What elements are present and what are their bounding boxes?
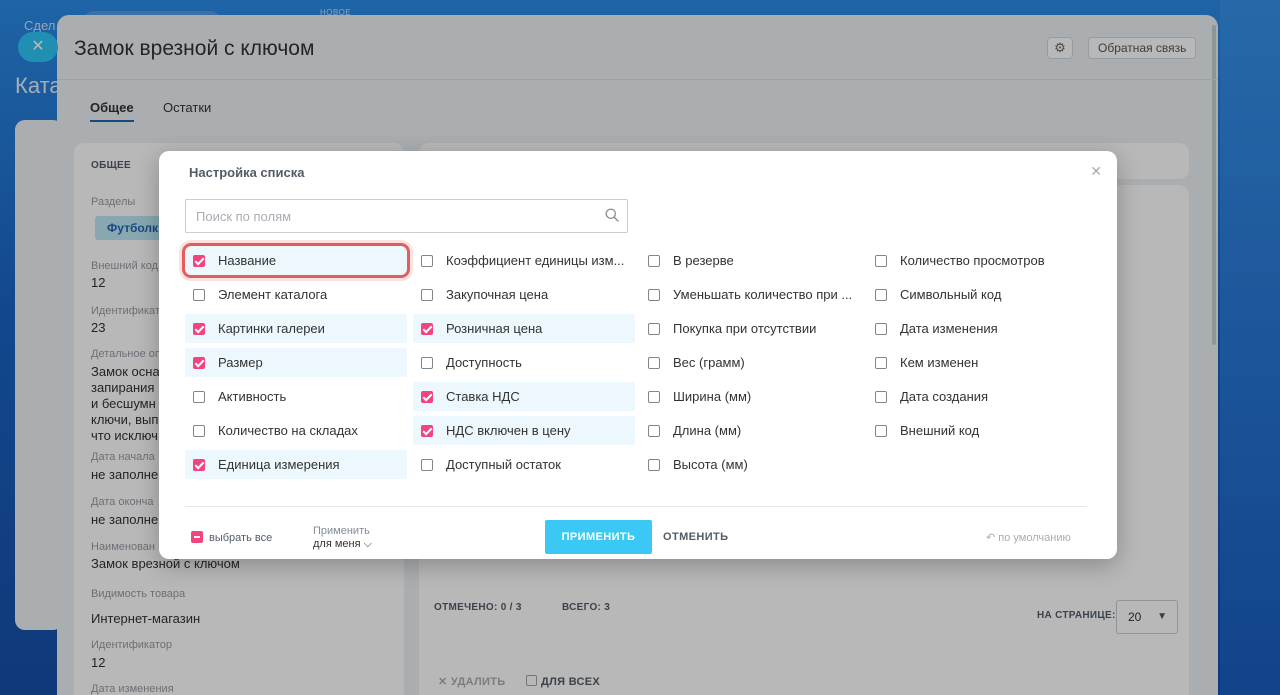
field-option-label: Размер: [218, 355, 263, 370]
field-option[interactable]: Вес (грамм): [640, 348, 862, 377]
field-option-label: Розничная цена: [446, 321, 543, 336]
field-option-label: Покупка при отсутствии: [673, 321, 817, 336]
field-option[interactable]: Доступность: [413, 348, 635, 377]
field-option-label: Высота (мм): [673, 457, 748, 472]
checkbox-icon: [193, 391, 205, 403]
field-option[interactable]: НДС включен в цену: [413, 416, 635, 445]
checkbox-icon: [875, 357, 887, 369]
field-option-label: Количество на складах: [218, 423, 358, 438]
field-option[interactable]: Название: [182, 243, 410, 278]
checkbox-icon: [648, 255, 660, 267]
chevron-down-icon: ⌵: [363, 538, 372, 550]
field-option[interactable]: Ставка НДС: [413, 382, 635, 411]
field-option-label: Дата изменения: [900, 321, 998, 336]
reset-default-button[interactable]: ↶ по умолчанию: [986, 531, 1071, 544]
search-icon: [605, 208, 619, 222]
apply-button[interactable]: ПРИМЕНИТЬ: [545, 520, 652, 554]
field-option-label: В резерве: [673, 253, 734, 268]
field-option-label: Символьный код: [900, 287, 1002, 302]
checkbox-checked-icon: [193, 323, 205, 335]
apply-for-selector[interactable]: Применить для меня ⌵: [313, 525, 372, 551]
checkbox-icon: [875, 323, 887, 335]
close-icon[interactable]: ✕: [1090, 163, 1102, 180]
checkbox-icon: [648, 459, 660, 471]
checkbox-icon: [421, 255, 433, 267]
checkbox-checked-icon: [421, 391, 433, 403]
field-option-label: Ставка НДС: [446, 389, 520, 404]
select-all-toggle[interactable]: выбрать все: [191, 531, 272, 544]
field-option[interactable]: Картинки галереи: [185, 314, 407, 343]
field-option[interactable]: Длина (мм): [640, 416, 862, 445]
list-settings-dialog: Настройка списка ✕ Название Элемент катал…: [159, 151, 1117, 559]
checkbox-icon: [648, 323, 660, 335]
checkbox-checked-icon: [421, 323, 433, 335]
field-option-label: Картинки галереи: [218, 321, 325, 336]
checkbox-icon: [421, 459, 433, 471]
apply-for-who: для меня: [313, 538, 361, 550]
field-option-label: Дата создания: [900, 389, 989, 404]
checkbox-checked-icon: [421, 425, 433, 437]
field-option[interactable]: Доступный остаток: [413, 450, 635, 479]
checkbox-icon: [875, 255, 887, 267]
field-option-label: Элемент каталога: [218, 287, 328, 302]
field-option-label: Единица измерения: [218, 457, 340, 472]
undo-icon: ↶: [986, 532, 996, 544]
field-option[interactable]: Размер: [185, 348, 407, 377]
field-option-label: Вес (грамм): [673, 355, 745, 370]
field-option[interactable]: Кем изменен: [867, 348, 1089, 377]
field-option[interactable]: Дата создания: [867, 382, 1089, 411]
field-option[interactable]: В резерве: [640, 246, 862, 275]
field-option-label: Закупочная цена: [446, 287, 549, 302]
field-search-input[interactable]: [185, 199, 628, 233]
field-option[interactable]: Количество просмотров: [867, 246, 1089, 275]
checkbox-icon: [875, 289, 887, 301]
checkbox-icon: [193, 289, 205, 301]
field-option[interactable]: Покупка при отсутствии: [640, 314, 862, 343]
field-option-label: Количество просмотров: [900, 253, 1045, 268]
field-option-label: Уменьшать количество при ...: [673, 287, 853, 302]
field-option-label: Доступный остаток: [446, 457, 561, 472]
checkbox-icon: [193, 425, 205, 437]
checkbox-icon: [648, 391, 660, 403]
apply-for-label: Применить: [313, 525, 370, 537]
field-option-label: Активность: [218, 389, 287, 404]
field-option-label: НДС включен в цену: [446, 423, 571, 438]
checkbox-icon: [875, 391, 887, 403]
footer-divider: [185, 506, 1087, 507]
field-option[interactable]: Ширина (мм): [640, 382, 862, 411]
dialog-title: Настройка списка: [189, 165, 305, 180]
field-option[interactable]: Элемент каталога: [185, 280, 407, 309]
field-option[interactable]: Количество на складах: [185, 416, 407, 445]
field-option-label: Ширина (мм): [673, 389, 752, 404]
checkbox-icon: [648, 357, 660, 369]
field-option[interactable]: Розничная цена: [413, 314, 635, 343]
checkbox-icon: [875, 425, 887, 437]
field-option[interactable]: Внешний код: [867, 416, 1089, 445]
field-option-label: Название: [218, 253, 277, 268]
select-all-label: выбрать все: [209, 532, 273, 544]
indeterminate-checkbox-icon: [191, 531, 203, 543]
checkbox-icon: [421, 357, 433, 369]
checkbox-icon: [648, 425, 660, 437]
field-option-label: Коэффициент единицы изм...: [446, 253, 625, 268]
field-option[interactable]: Закупочная цена: [413, 280, 635, 309]
field-option[interactable]: Активность: [185, 382, 407, 411]
cancel-button[interactable]: ОТМЕНИТЬ: [663, 531, 728, 543]
checkbox-checked-icon: [193, 255, 205, 267]
field-option[interactable]: Дата изменения: [867, 314, 1089, 343]
field-option[interactable]: Символьный код: [867, 280, 1089, 309]
field-option-label: Внешний код: [900, 423, 980, 438]
checkbox-checked-icon: [193, 357, 205, 369]
field-option-label: Длина (мм): [673, 423, 742, 438]
field-option-label: Доступность: [446, 355, 522, 370]
field-option[interactable]: Уменьшать количество при ...: [640, 280, 862, 309]
checkbox-icon: [421, 289, 433, 301]
field-option[interactable]: Единица измерения: [185, 450, 407, 479]
checkbox-checked-icon: [193, 459, 205, 471]
field-option[interactable]: Коэффициент единицы изм...: [413, 246, 635, 275]
checkbox-icon: [648, 289, 660, 301]
field-option-label: Кем изменен: [900, 355, 979, 370]
field-option[interactable]: Высота (мм): [640, 450, 862, 479]
